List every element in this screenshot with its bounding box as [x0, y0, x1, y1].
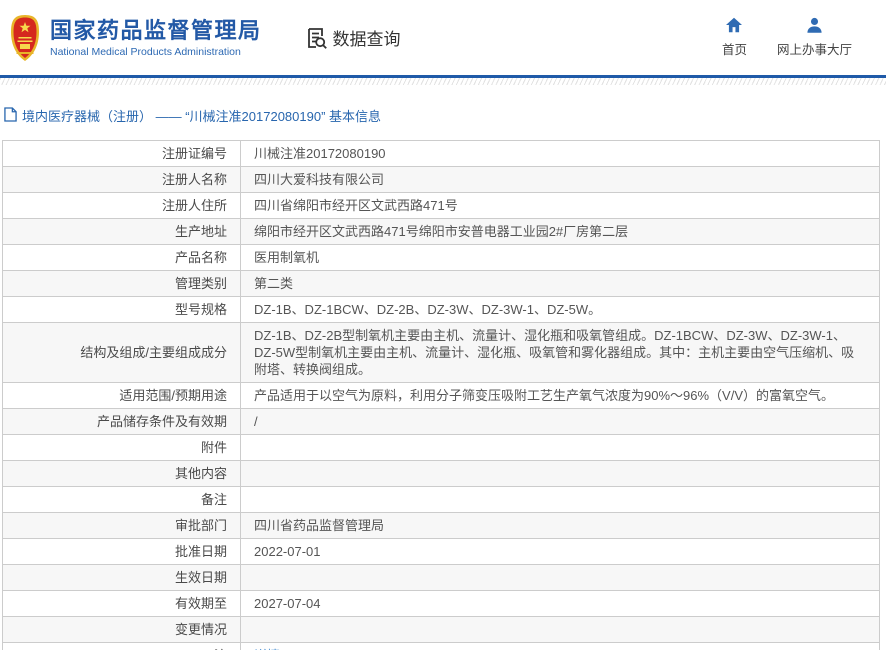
row-label: 结构及组成/主要组成成分 [2, 322, 241, 383]
table-row: 注册人住所 四川省绵阳市经开区文武西路471号 [2, 192, 880, 219]
row-value: 四川省绵阳市经开区文武西路471号 [240, 192, 880, 219]
row-label: 注 [2, 642, 241, 650]
row-value: 绵阳市经开区文武西路471号绵阳市安普电器工业园2#厂房第二层 [240, 218, 880, 245]
row-label-text: 适用范围/预期用途 [119, 388, 227, 403]
row-label-text: 批准日期 [174, 544, 227, 559]
row-value [240, 486, 880, 513]
row-value: 医用制氧机 [240, 244, 880, 271]
data-query-label: 数据查询 [332, 30, 401, 49]
row-value [240, 434, 880, 461]
home-icon [725, 17, 743, 36]
row-label: 型号规格 [2, 296, 241, 323]
row-label: 产品储存条件及有效期 [2, 408, 241, 435]
row-label-text: 附件 [200, 440, 227, 455]
breadcrumb-text: 境内医疗器械（注册） —— “川械注准20172080190” 基本信息 [22, 109, 382, 124]
row-label: 其他内容 [2, 460, 241, 487]
row-label: 产品名称 [2, 244, 241, 271]
table-row: 型号规格 DZ-1B、DZ-1BCW、DZ-2B、DZ-3W、DZ-3W-1、DZ… [2, 296, 880, 323]
row-label-text: 注册人名称 [161, 172, 227, 187]
row-label-text: 产品名称 [174, 250, 227, 265]
table-row: 产品名称 医用制氧机 [2, 244, 880, 271]
row-label: 变更情况 [2, 616, 241, 643]
row-value: 产品适用于以空气为原料，利用分子筛变压吸附工艺生产氧气浓度为90%～96%（V/… [240, 382, 880, 409]
row-label: 适用范围/预期用途 [2, 382, 241, 409]
table-row: 产品储存条件及有效期 / [2, 408, 880, 435]
table-row: 备注 [2, 486, 880, 513]
row-value: 详情 [240, 642, 880, 650]
table-row: 注详情 [2, 642, 880, 650]
table-row: 注册证编号 川械注准20172080190 [2, 140, 880, 167]
row-label-text: 变更情况 [174, 622, 227, 637]
table-row: 生产地址 绵阳市经开区文武西路471号绵阳市安普电器工业园2#厂房第二层 [2, 218, 880, 245]
nav-online-hall[interactable]: 网上办事大厅 [777, 17, 852, 58]
row-label: 管理类别 [2, 270, 241, 297]
table-row: 其他内容 [2, 460, 880, 487]
row-label: 生产地址 [2, 218, 241, 245]
row-label-text: 注册证编号 [161, 146, 227, 161]
user-icon [806, 17, 823, 36]
agency-branding: 国家药品监督管理局 National Medical Products Admi… [50, 18, 262, 58]
national-emblem-logo [10, 14, 40, 62]
row-label-text: 注册人住所 [161, 198, 227, 213]
agency-name-cn: 国家药品监督管理局 [50, 17, 262, 43]
table-row: 审批部门 四川省药品监督管理局 [2, 512, 880, 539]
row-label: 审批部门 [2, 512, 241, 539]
row-label: 附件 [2, 434, 241, 461]
table-row: 适用范围/预期用途 产品适用于以空气为原料，利用分子筛变压吸附工艺生产氧气浓度为9… [2, 382, 880, 409]
site-header: 国家药品监督管理局 National Medical Products Admi… [0, 0, 886, 75]
nav-online-hall-label: 网上办事大厅 [776, 43, 852, 57]
row-value: 第二类 [240, 270, 880, 297]
data-query-section: 数据查询 [304, 25, 401, 50]
row-value [240, 564, 880, 591]
row-value [240, 616, 880, 643]
row-label-text: 其他内容 [174, 466, 227, 481]
row-label: 注册人住所 [2, 192, 241, 219]
table-row: 变更情况 [2, 616, 880, 643]
row-value: 2022-07-01 [240, 538, 880, 565]
row-label-text: 管理类别 [174, 276, 227, 291]
table-row: 结构及组成/主要组成成分 DZ-1B、DZ-2B型制氧机主要由主机、流量计、湿化瓶… [2, 322, 880, 383]
row-label: 注册人名称 [2, 166, 241, 193]
table-row: 生效日期 [2, 564, 880, 591]
row-label: 批准日期 [2, 538, 241, 565]
row-label-text: 型号规格 [174, 302, 227, 317]
row-label-text: 生产地址 [174, 224, 227, 239]
nav-home[interactable]: 首页 [722, 17, 747, 58]
row-value: DZ-1B、DZ-2B型制氧机主要由主机、流量计、湿化瓶和吸氧管组成。DZ-1B… [240, 322, 880, 383]
row-label-text: 备注 [200, 492, 227, 507]
row-value: 四川省药品监督管理局 [240, 512, 880, 539]
row-value: / [240, 408, 880, 435]
hatch-band [0, 78, 886, 85]
row-value: DZ-1B、DZ-1BCW、DZ-2B、DZ-3W、DZ-3W-1、DZ-5W。 [240, 296, 880, 323]
row-label-text: 审批部门 [174, 518, 227, 533]
agency-name-en: National Medical Products Administration [50, 45, 241, 58]
row-value: 川械注准20172080190 [240, 140, 880, 167]
registration-info-table: 注册证编号 川械注准20172080190 注册人名称 四川大爱科技有限公司 注册人住所… [2, 140, 880, 650]
table-row: 注册人名称 四川大爱科技有限公司 [2, 166, 880, 193]
row-label-text: 产品储存条件及有效期 [96, 414, 227, 429]
breadcrumb: 境内医疗器械（注册） —— “川械注准20172080190” 基本信息 [0, 85, 886, 140]
table-row: 管理类别 第二类 [2, 270, 880, 297]
table-row: 批准日期 2022-07-01 [2, 538, 880, 565]
row-label: 生效日期 [2, 564, 241, 591]
row-label: 注册证编号 [2, 140, 241, 167]
table-row: 附件 [2, 434, 880, 461]
table-row: 有效期至 2027-07-04 [2, 590, 880, 617]
row-label-text: 结构及组成/主要组成成分 [80, 345, 227, 360]
header-nav: 首页 网上办事大厅 [722, 17, 866, 58]
row-label: 备注 [2, 486, 241, 513]
row-value [240, 460, 880, 487]
nav-home-label: 首页 [721, 43, 747, 57]
row-label: 有效期至 [2, 590, 241, 617]
row-value: 四川大爱科技有限公司 [240, 166, 880, 193]
document-icon [4, 106, 17, 125]
data-query-icon [304, 26, 328, 50]
row-label-text: 有效期至 [174, 596, 227, 611]
row-label-text: 生效日期 [174, 570, 227, 585]
row-value: 2027-07-04 [240, 590, 880, 617]
